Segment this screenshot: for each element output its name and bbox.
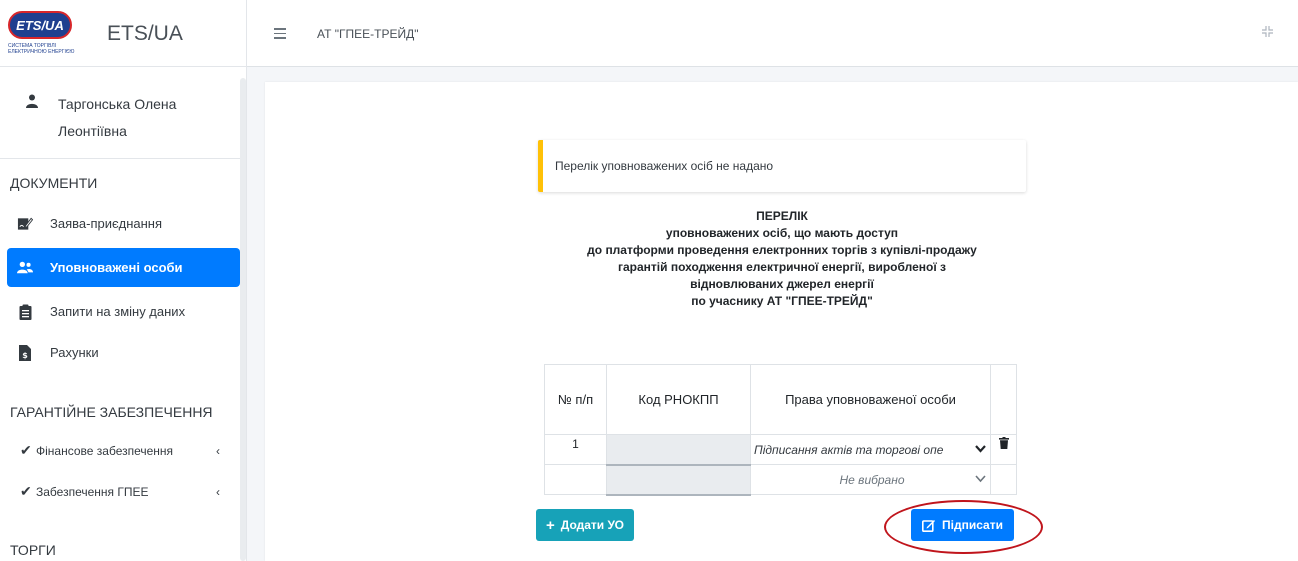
logo[interactable]: ETS/UA СИСТЕМА ТОРГІВЛІ ЕЛЕКТРИЧНОЮ ЕНЕР… — [6, 7, 88, 59]
chevron-left-icon: ‹ — [216, 484, 220, 499]
brand-name[interactable]: ETS/UA — [107, 22, 183, 46]
sidebar-item-label: Рахунки — [50, 345, 99, 360]
code-input[interactable] — [606, 434, 751, 466]
svg-text:$: $ — [22, 351, 28, 360]
chevron-down-icon — [975, 442, 986, 456]
row-number: 1 — [544, 434, 607, 465]
table-row: Не вибрано — [544, 464, 1017, 496]
rights-select-value: Підписання актів та торгові опе — [754, 442, 944, 457]
invoice-icon: $ — [17, 344, 33, 361]
sidebar-subitem-label: Фінансове забезпечення — [36, 443, 174, 458]
nav-header-trading: ТОРГИ — [10, 542, 56, 558]
sidebar-item-authorized-persons[interactable]: Уповноважені особи — [7, 248, 240, 287]
sign-label: Підписати — [942, 518, 1003, 532]
rights-select[interactable]: Підписання актів та торгові опе — [750, 434, 991, 465]
rights-select[interactable]: Не вибрано — [750, 464, 991, 495]
clipboard-icon — [17, 304, 33, 320]
sidebar: ETS/UA СИСТЕМА ТОРГІВЛІ ЕЛЕКТРИЧНОЮ ЕНЕР… — [0, 0, 247, 561]
check-icon: ✔ — [20, 442, 32, 458]
users-icon — [17, 260, 33, 276]
document-title: ПЕРЕЛІК уповноважених осіб, що мають дос… — [465, 208, 1099, 310]
sidebar-item-financial-guarantee[interactable]: ✔ Фінансове забезпечення ‹ — [20, 442, 220, 459]
title-line: ПЕРЕЛІК — [756, 209, 808, 223]
sidebar-item-label: Уповноважені особи — [50, 260, 183, 275]
authorized-persons-table: № п/п Код РНОКПП Права уповноваженої осо… — [544, 364, 1017, 496]
column-header-code: Код РНОКПП — [606, 364, 751, 435]
fullscreen-icon[interactable] — [1262, 26, 1274, 38]
logo-subtitle: СИСТЕМА ТОРГІВЛІ ЕЛЕКТРИЧНОЮ ЕНЕРГІЄЮ — [8, 43, 75, 55]
table-row: 1 Підписання актів та торгові опе — [544, 434, 1017, 466]
content-card: Перелік уповноважених осіб не надано ПЕР… — [265, 82, 1298, 561]
page-title: АТ "ГПЕЕ-ТРЕЙД" — [317, 27, 419, 41]
rights-select-value: Не вибрано — [839, 472, 905, 487]
menu-icon[interactable] — [274, 28, 286, 39]
logo-badge: ETS/UA — [8, 11, 72, 39]
plus-icon: + — [546, 516, 555, 534]
trash-icon — [998, 437, 1009, 452]
sidebar-item-change-requests[interactable]: Запити на зміну даних — [7, 292, 240, 331]
empty-action-cell — [990, 464, 1017, 495]
table-header-row: № п/п Код РНОКПП Права уповноваженої осо… — [544, 364, 1017, 435]
sidebar-scrollbar[interactable] — [240, 78, 246, 561]
title-line: відновлюваних джерел енергії — [690, 277, 874, 291]
column-header-actions — [990, 364, 1017, 435]
edit-icon — [922, 519, 935, 532]
logo-text: ETS/UA — [16, 17, 64, 33]
signature-icon — [17, 216, 33, 232]
add-person-label: Додати УО — [560, 518, 625, 532]
title-line: до платформи проведення електронних торг… — [587, 243, 977, 257]
title-line: гарантій походження електричної енергії,… — [617, 260, 947, 274]
notice-text: Перелік уповноважених осіб не надано — [555, 159, 774, 173]
notice-callout: Перелік уповноважених осіб не надано — [538, 140, 1026, 192]
sidebar-item-label: Заява-приєднання — [50, 216, 162, 231]
title-line: уповноважених осіб, що мають доступ — [665, 226, 899, 240]
column-header-number: № п/п — [544, 364, 607, 435]
nav-header-documents: ДОКУМЕНТИ — [10, 175, 98, 191]
sidebar-subitem-label: Забезпечення ГПЕЕ — [36, 484, 149, 499]
user-name[interactable]: Таргонська Олена Леонтіївна — [58, 91, 218, 145]
chevron-down-icon — [975, 472, 986, 486]
check-icon: ✔ — [20, 483, 32, 499]
delete-row-button[interactable] — [990, 434, 1017, 465]
topbar: АТ "ГПЕЕ-ТРЕЙД" — [247, 0, 1298, 67]
sidebar-item-gpee-guarantee[interactable]: ✔ Забезпечення ГПЕЕ ‹ — [20, 483, 220, 500]
sidebar-item-label: Запити на зміну даних — [50, 304, 186, 319]
nav-header-guarantee: ГАРАНТІЙНЕ ЗАБЕЗПЕЧЕННЯ — [10, 404, 213, 420]
sidebar-item-invoices[interactable]: $ Рахунки — [7, 333, 240, 372]
column-header-rights: Права уповноваженої особи — [750, 364, 991, 435]
row-number — [544, 464, 607, 495]
brand[interactable]: ETS/UA СИСТЕМА ТОРГІВЛІ ЕЛЕКТРИЧНОЮ ЕНЕР… — [0, 0, 246, 67]
sign-button[interactable]: Підписати — [911, 509, 1014, 541]
sidebar-item-application[interactable]: Заява-приєднання — [7, 204, 240, 243]
title-line: по учаснику АТ "ГПЕЕ-ТРЕЙД" — [691, 294, 873, 308]
user-panel: Таргонська Олена Леонтіївна — [0, 67, 246, 159]
user-icon — [25, 94, 39, 108]
code-input[interactable] — [606, 464, 751, 496]
chevron-left-icon: ‹ — [216, 443, 220, 458]
add-person-button[interactable]: + Додати УО — [536, 509, 635, 541]
